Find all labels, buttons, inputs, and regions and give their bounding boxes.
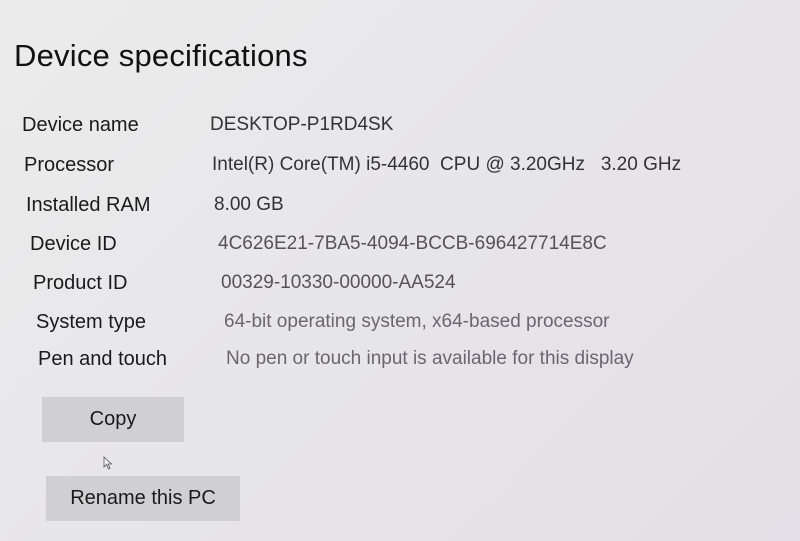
spec-value: 8.00 GB bbox=[214, 194, 284, 215]
spec-label: Device name bbox=[22, 114, 139, 136]
spec-row-product-id: Product ID 00329-10330-00000-AA524 bbox=[33, 272, 793, 302]
spec-label: Device ID bbox=[30, 233, 117, 255]
spec-row-installed-ram: Installed RAM 8.00 GB bbox=[26, 194, 786, 224]
mouse-pointer-icon bbox=[103, 456, 113, 470]
spec-label: Product ID bbox=[33, 272, 128, 294]
spec-value: DESKTOP-P1RD4SK bbox=[210, 114, 394, 135]
spec-label: System type bbox=[36, 311, 147, 333]
spec-label: Installed RAM bbox=[26, 194, 151, 216]
section-title: Device specifications bbox=[14, 38, 308, 73]
spec-row-processor: Processor Intel(R) Core(TM) i5-4460 CPU … bbox=[24, 154, 784, 184]
spec-value: 00329-10330-00000-AA524 bbox=[221, 272, 456, 293]
spec-row-device-id: Device ID 4C626E21-7BA5-4094-BCCB-696427… bbox=[30, 233, 790, 263]
rename-this-pc-button[interactable]: Rename this PC bbox=[46, 476, 240, 521]
copy-button[interactable]: Copy bbox=[42, 397, 184, 442]
spec-value: 4C626E21-7BA5-4094-BCCB-696427714E8C bbox=[218, 233, 607, 254]
spec-row-device-name: Device name DESKTOP-P1RD4SK bbox=[22, 114, 782, 144]
spec-label: Processor bbox=[24, 154, 115, 176]
spec-value: No pen or touch input is available for t… bbox=[226, 348, 634, 369]
spec-value: Intel(R) Core(TM) i5-4460 CPU @ 3.20GHz … bbox=[212, 154, 682, 175]
spec-row-system-type: System type 64-bit operating system, x64… bbox=[36, 311, 796, 341]
spec-label: Pen and touch bbox=[38, 348, 167, 370]
spec-row-pen-and-touch: Pen and touch No pen or touch input is a… bbox=[38, 348, 798, 378]
device-specifications-panel: Device specifications Device name DESKTO… bbox=[0, 0, 800, 541]
spec-value: 64-bit operating system, x64-based proce… bbox=[224, 311, 610, 332]
